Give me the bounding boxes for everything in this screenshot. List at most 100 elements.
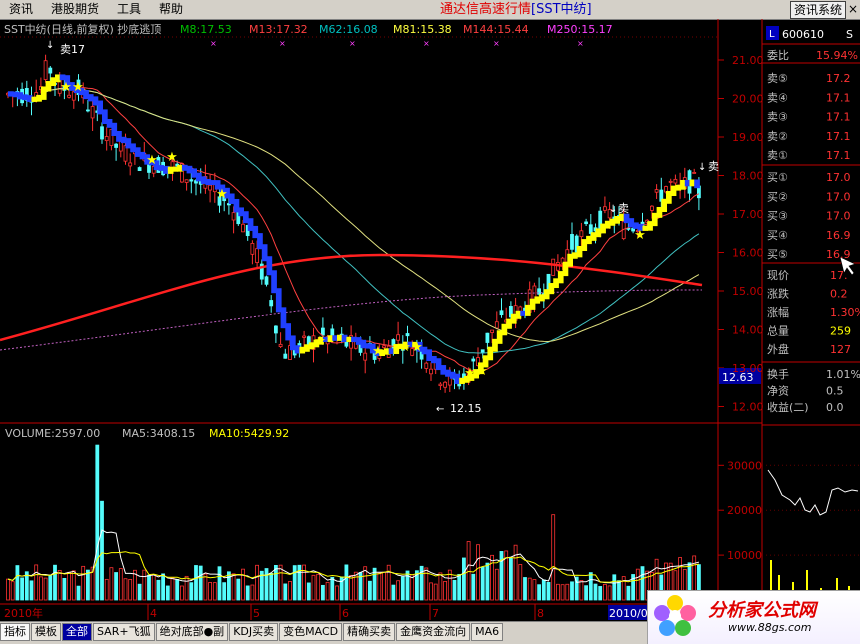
volume-bar [400,576,405,601]
volume-bar [461,557,466,601]
candle-body [86,109,90,112]
volume-bar [147,574,151,601]
indicator-tab-2[interactable]: 全部 [62,623,92,641]
volume-bar [565,583,570,601]
volume-bar [607,585,612,601]
volume-bar [67,571,71,601]
volume-bar [382,571,386,601]
volume-bar [236,578,241,601]
candle-body [692,172,697,174]
volume-bar [433,583,438,601]
bid-label-5: 买⑤ [767,248,788,261]
indicator-tab-9[interactable]: MA6 [471,623,504,641]
volume-bar [161,573,166,601]
bid-label-3: 买③ [767,210,788,223]
volume-bar [104,578,109,601]
candle-body [424,362,429,369]
volume-bar [203,573,208,601]
sell-annotation: 卖17 [60,43,85,56]
candle-body [363,352,368,361]
candle-body [579,230,584,238]
volume-bar [123,578,128,601]
volume-bar [217,566,222,601]
candle-body [128,162,133,167]
volume-bar [114,572,118,601]
candle-body [668,180,673,183]
menu-help[interactable]: 帮助 [150,0,192,19]
indicator-tab-1[interactable]: 模板 [31,623,61,641]
volume-bar [175,579,180,601]
star-signal-icon: ★ [146,153,158,168]
indicator-tab-4[interactable]: 绝对底部●副 [155,623,229,641]
stat-value: 1.30% [830,306,860,319]
ma-cross-marker: × [577,39,584,48]
ask-label-3: 卖③ [767,111,788,124]
volume-bar [57,569,62,601]
title-stock: [SST中纺] [531,2,592,17]
volume-bar [513,544,518,601]
volume-bar [335,585,339,601]
ask-label-2: 卖② [767,130,788,143]
volume-bar [288,581,292,601]
chart-area[interactable]: × × × × × ×L ★ ★★ ★★★★ ★ ★★ ★★↓↓↓← 21.0020.0019.00… [0,19,860,621]
menu-tools[interactable]: 工具 [108,0,150,19]
volume-bar [95,444,100,601]
volume-bar [485,562,490,601]
indicator-tab-7[interactable]: 精确买卖 [343,623,396,641]
volume-bar [255,564,260,601]
ma-value-0: M8:17.53 [180,23,232,36]
volume-bar [353,571,358,601]
volume-bar [194,565,198,601]
indicator-tab-8[interactable]: 金鹰资金流向 [396,623,471,641]
volume-bar [584,585,588,601]
star-signal-icon: ★ [399,340,411,355]
candle-body [137,167,142,171]
candle-body [654,189,659,193]
stat-label: 涨跌 [767,287,789,301]
ask-value-5: 17.2 [826,72,851,85]
volume-bar [29,580,34,601]
volume-bar [273,565,278,601]
candle-body [241,223,245,233]
info-system-button[interactable]: 资讯系统 [789,1,846,19]
menu-bar: 资讯 港股期货 工具 帮助 通达信高速行情[SST中纺] 资讯系统 × [0,0,860,20]
indicator-tab-3[interactable]: SAR+飞狐 [93,623,155,641]
site-logo: 分析家公式网 www.88gs.com [647,590,860,644]
volume-bar [532,579,537,601]
star-signal-icon: ★ [372,344,384,359]
volume-bar [617,580,621,601]
volume-bar [537,584,541,601]
volume-bar [184,575,189,601]
volume-bar [344,564,349,601]
ma-value-1: M13:17.32 [249,23,308,36]
volume-tick-label: 20000 [727,504,762,517]
volume-bar [603,584,607,601]
sell-annotation: 卖 [618,202,629,215]
volume-bar [189,582,194,601]
volume-bar [292,565,297,601]
menu-news[interactable]: 资讯 [0,0,42,19]
volume-bar [48,575,53,601]
date-axis-label: 8 [537,607,544,620]
volume-bar [165,585,170,601]
menu-hk-futures[interactable]: 港股期货 [42,0,108,19]
star-signal-icon: ★ [60,80,72,95]
candle-body [231,212,236,221]
volume-bar [34,564,39,601]
date-axis-label: 2010年 [4,606,43,620]
close-icon[interactable]: × [848,1,858,17]
volume-bar [429,582,433,601]
indicator-tab-6[interactable]: 变色MACD [279,623,343,641]
ma-cross-marker: × [210,39,217,48]
ask-value-1: 17.1 [826,149,851,162]
indicator-tab-5[interactable]: KDJ买卖 [229,623,279,641]
stat-label: 收益(二) [767,400,809,414]
logo-url: www.88gs.com [728,621,812,634]
volume-bar [20,577,25,601]
price-tick-label: 19.00 [732,131,764,144]
indicator-tab-0[interactable]: 指标 [0,623,30,641]
candle-body [570,234,574,250]
candle-body [90,106,95,119]
bid-value-5: 16.9 [826,248,851,261]
volume-bar [100,500,104,601]
